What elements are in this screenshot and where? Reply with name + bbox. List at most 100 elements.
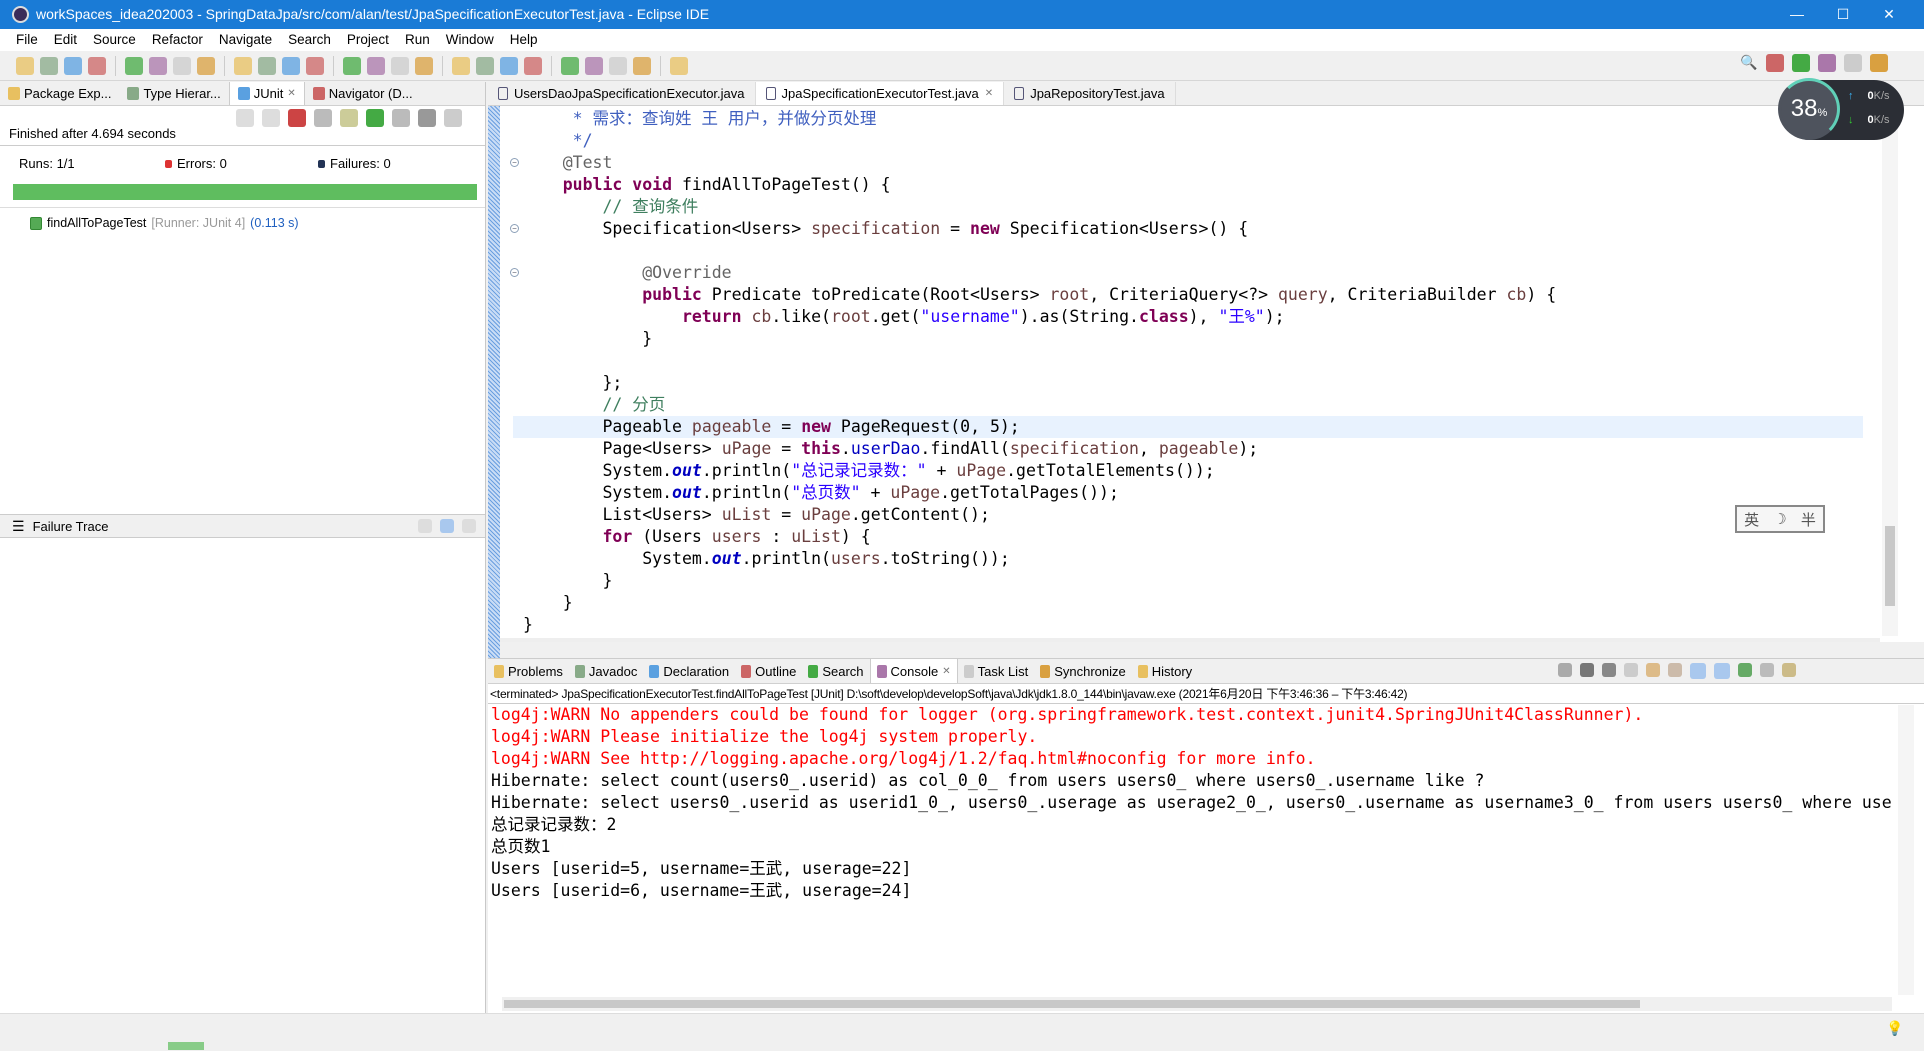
word-wrap-icon[interactable]	[1668, 663, 1682, 677]
history-icon[interactable]	[444, 109, 462, 127]
terminal-icon[interactable]	[88, 56, 106, 75]
rerun-test-icon[interactable]	[366, 109, 384, 127]
show-on-stderr-icon[interactable]	[1714, 663, 1730, 679]
external-tools-icon[interactable]	[282, 56, 300, 75]
fold-toggle-icon[interactable]: −	[510, 224, 519, 233]
open-perspective-icon[interactable]	[1766, 54, 1784, 72]
forward-icon[interactable]	[633, 56, 651, 75]
rerun-failed-icon[interactable]	[392, 109, 410, 127]
close-tab-icon[interactable]: ✕	[942, 659, 950, 684]
console-horizontal-scrollbar[interactable]	[502, 997, 1892, 1011]
menu-file[interactable]: File	[8, 29, 46, 51]
previous-failure-icon[interactable]	[262, 109, 280, 127]
search-icon[interactable]: 🔍	[1740, 54, 1758, 72]
console-vertical-scrollbar[interactable]	[1898, 705, 1914, 995]
view-tab-0[interactable]: Package Exp...	[0, 82, 119, 105]
editor-vertical-scrollbar[interactable]	[1882, 106, 1898, 636]
editor-tab[interactable]: JpaRepositoryTest.java	[1004, 82, 1176, 105]
menu-navigate[interactable]: Navigate	[211, 29, 280, 51]
show-failures-only-icon[interactable]	[288, 109, 306, 127]
remove-launch-icon[interactable]	[1580, 663, 1594, 677]
console-tab-task-list[interactable]: Task List	[958, 659, 1035, 683]
remove-all-icon[interactable]	[1602, 663, 1616, 677]
show-whitespace-icon[interactable]	[500, 56, 518, 75]
test-tree-item[interactable]: findAllToPageTest [Runner: JUnit 4] (0.1…	[30, 216, 299, 230]
menu-source[interactable]: Source	[85, 29, 144, 51]
filter-stack-icon[interactable]	[440, 519, 454, 533]
whitespace-icon[interactable]	[476, 56, 494, 75]
back-icon[interactable]	[609, 56, 627, 75]
menu-project[interactable]: Project	[339, 29, 397, 51]
terminate-icon[interactable]	[1558, 663, 1572, 677]
run-coverage-icon[interactable]	[258, 56, 276, 75]
console-tab-declaration[interactable]: Declaration	[643, 659, 735, 683]
open-type-icon[interactable]	[306, 56, 324, 75]
minimize-button[interactable]: —	[1774, 0, 1820, 29]
view-tab-2[interactable]: JUnit ✕	[228, 82, 305, 106]
console-output[interactable]: log4j:WARN No appenders could be found f…	[491, 704, 1901, 902]
copy-trace-icon[interactable]	[462, 519, 476, 533]
compare-icon[interactable]	[418, 519, 432, 533]
new-java-package-icon[interactable]	[149, 56, 167, 75]
menu-help[interactable]: Help	[502, 29, 546, 51]
new-class-icon[interactable]	[173, 56, 191, 75]
console-tab-console[interactable]: Console ✕	[869, 659, 958, 684]
ime-language[interactable]: 英	[1744, 509, 1759, 530]
new-icon[interactable]	[16, 56, 34, 75]
pin-console-icon[interactable]	[1738, 663, 1752, 677]
maximize-button[interactable]: ☐	[1820, 0, 1866, 29]
block-selection-icon[interactable]	[452, 56, 470, 75]
console-tab-javadoc[interactable]: Javadoc	[569, 659, 643, 683]
annotation-icon[interactable]	[415, 56, 433, 75]
editor-tab[interactable]: JpaSpecificationExecutorTest.java ✕	[755, 82, 1005, 106]
pin-editor-icon[interactable]	[670, 56, 688, 75]
menu-run[interactable]: Run	[397, 29, 438, 51]
save-icon[interactable]	[40, 56, 58, 75]
debug-icon[interactable]	[197, 56, 215, 75]
view-tab-3[interactable]: Navigator (D...	[305, 82, 421, 105]
editor-horizontal-scrollbar[interactable]	[500, 638, 1880, 642]
run-icon[interactable]	[234, 56, 252, 75]
editor-tab[interactable]: UsersDaoJpaSpecificationExecutor.java	[488, 82, 756, 105]
stop-icon[interactable]	[418, 109, 436, 127]
menu-refactor[interactable]: Refactor	[144, 29, 211, 51]
database-icon[interactable]	[1844, 54, 1862, 72]
ime-punct[interactable]: 半	[1801, 509, 1816, 530]
open-task-icon[interactable]	[343, 56, 361, 75]
next-failure-icon[interactable]	[236, 109, 254, 127]
code-editor[interactable]: UsersDaoJpaSpecificationExecutor.java Jpa…	[488, 82, 1924, 694]
show-on-stdout-icon[interactable]	[1690, 663, 1706, 679]
java-icon[interactable]	[1818, 54, 1836, 72]
menu-search[interactable]: Search	[280, 29, 339, 51]
close-tab-icon[interactable]: ✕	[985, 82, 993, 106]
search-tool-icon[interactable]	[367, 56, 385, 75]
menu-window[interactable]: Window	[438, 29, 502, 51]
code-text[interactable]: * 需求：查询姓 王 用户，并做分页处理 */ @Test public voi…	[513, 108, 1863, 636]
console-tab-problems[interactable]: Problems	[488, 659, 569, 683]
scroll-lock-icon[interactable]	[1646, 663, 1660, 677]
console-tab-outline[interactable]: Outline	[735, 659, 802, 683]
ime-toolbar[interactable]: 英 ☽ 半	[1735, 505, 1825, 533]
toggle-mark-icon[interactable]	[391, 56, 409, 75]
next-annotation-icon[interactable]	[524, 56, 542, 75]
scroll-lock-icon[interactable]	[314, 109, 332, 127]
console-tab-history[interactable]: History	[1132, 659, 1198, 683]
ime-width-icon[interactable]: ☽	[1773, 510, 1786, 528]
skip-breakpoints-icon[interactable]	[125, 56, 143, 75]
save-all-icon[interactable]	[64, 56, 82, 75]
fold-toggle-icon[interactable]: −	[510, 268, 519, 277]
prev-annotation-icon[interactable]	[561, 56, 579, 75]
debug-perspective-icon[interactable]	[1870, 54, 1888, 72]
tip-icon[interactable]: 💡	[1886, 1020, 1903, 1037]
menu-edit[interactable]: Edit	[46, 29, 85, 51]
clear-console-icon[interactable]	[1624, 663, 1638, 677]
open-console-icon[interactable]	[1782, 663, 1796, 677]
console-tab-search[interactable]: Search	[802, 659, 869, 683]
fold-toggle-icon[interactable]: −	[510, 158, 519, 167]
view-tab-1[interactable]: Type Hierar...	[119, 82, 228, 105]
close-tab-icon[interactable]: ✕	[287, 82, 295, 106]
layout-icon[interactable]	[340, 109, 358, 127]
display-console-icon[interactable]	[1760, 663, 1774, 677]
console-tab-synchronize[interactable]: Synchronize	[1034, 659, 1132, 683]
java-ee-icon[interactable]	[1792, 54, 1810, 72]
